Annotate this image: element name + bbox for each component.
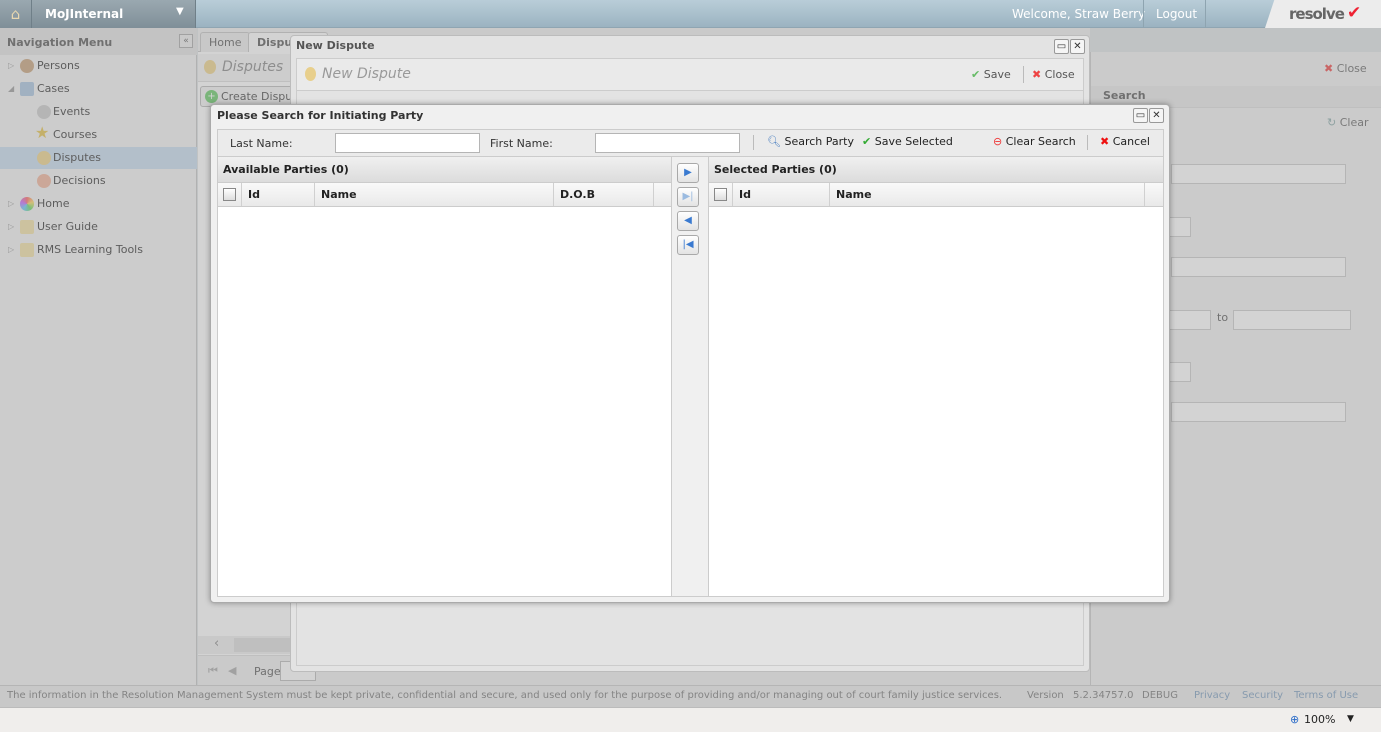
cancel-button[interactable]: ✖ Cancel (1100, 135, 1150, 148)
selected-parties-title: Selected Parties (0) (709, 157, 1163, 183)
app-selector[interactable]: ⌂ MoJInternal ▼ (0, 0, 196, 28)
save-selected-button[interactable]: ✔ Save Selected (862, 135, 953, 148)
select-all-checkbox[interactable] (709, 183, 733, 206)
available-parties-grid: Available Parties (0) Id Name D.O.B (217, 156, 672, 597)
selected-parties-grid: Selected Parties (0) Id Name (708, 156, 1164, 597)
column-id[interactable]: Id (733, 183, 830, 206)
column-id[interactable]: Id (242, 183, 315, 206)
close-icon: ✖ (1032, 68, 1042, 81)
chevron-down-icon[interactable]: ▼ (176, 6, 184, 17)
check-icon: ✔ (971, 68, 981, 81)
close-button[interactable]: ✖ Close (1032, 68, 1075, 81)
last-name-label: Last Name: (230, 137, 293, 150)
resolve-logo: resolve ✔ (1265, 0, 1381, 28)
dialog-toolbar: Last Name: First Name: 🔍︎ Search Party ✔… (217, 129, 1164, 156)
logout-link[interactable]: Logout (1156, 7, 1197, 21)
available-parties-title: Available Parties (0) (218, 157, 671, 183)
move-all-right-icon[interactable]: ▶| (677, 187, 699, 207)
move-left-icon[interactable]: ◀ (677, 211, 699, 231)
dialog-title: Please Search for Initiating Party (217, 109, 424, 122)
last-name-input[interactable] (335, 133, 480, 153)
check-icon: ✔ (862, 135, 872, 148)
window-title: New Dispute (296, 39, 375, 52)
column-name[interactable]: Name (315, 183, 554, 206)
search-party-dialog: Please Search for Initiating Party ▭ ✕ L… (210, 104, 1170, 603)
select-all-checkbox[interactable] (218, 183, 242, 206)
minus-circle-icon: ⊖ (993, 135, 1003, 148)
zoom-dropdown-icon[interactable]: ▼ (1347, 714, 1354, 724)
close-icon[interactable]: ✕ (1149, 108, 1164, 123)
clear-search-button[interactable]: ⊖ Clear Search (993, 135, 1076, 148)
first-name-input[interactable] (595, 133, 740, 153)
browser-status-bar: ⊕ 100% ▼ (0, 707, 1381, 732)
close-icon: ✖ (1100, 135, 1110, 148)
mover-buttons: ▶ ▶| ◀ |◀ (672, 156, 708, 597)
column-dob[interactable]: D.O.B (554, 183, 654, 206)
search-icon: 🔍︎ (767, 135, 781, 148)
search-party-button[interactable]: 🔍︎ Search Party (767, 135, 854, 148)
maximize-icon[interactable]: ▭ (1054, 39, 1069, 54)
column-name[interactable]: Name (830, 183, 1145, 206)
medal-icon (305, 67, 316, 81)
move-right-icon[interactable]: ▶ (677, 163, 699, 183)
new-dispute-heading: New Dispute (322, 66, 411, 82)
top-bar: ⌂ MoJInternal ▼ Welcome, Straw Berry Log… (0, 0, 1381, 28)
zoom-icon: ⊕ (1290, 713, 1300, 726)
move-all-left-icon[interactable]: |◀ (677, 235, 699, 255)
welcome-text: Welcome, Straw Berry (1012, 7, 1146, 21)
first-name-label: First Name: (490, 137, 553, 150)
maximize-icon[interactable]: ▭ (1133, 108, 1148, 123)
zoom-level[interactable]: 100% (1304, 713, 1335, 726)
save-button[interactable]: ✔ Save (971, 68, 1011, 81)
home-icon[interactable]: ⌂ (0, 0, 32, 28)
app-name: MoJInternal (45, 7, 124, 21)
close-icon[interactable]: ✕ (1070, 39, 1085, 54)
